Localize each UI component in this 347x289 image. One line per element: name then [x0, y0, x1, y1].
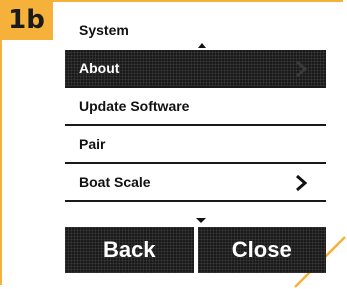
menu-item-about[interactable]: About: [65, 50, 326, 88]
device-screen: System About Update Software Pair Boat S…: [65, 17, 326, 273]
scroll-down-icon: [196, 218, 206, 223]
menu-item-pair[interactable]: Pair: [65, 126, 326, 164]
menu-item-label: About: [79, 60, 120, 76]
step-badge: 1b: [0, 0, 53, 40]
scroll-up-icon: [198, 43, 206, 48]
chevron-right-icon: [296, 174, 308, 192]
menu-item-boat-scale[interactable]: Boat Scale: [65, 164, 326, 202]
screen-title: System: [79, 22, 129, 38]
system-menu: About Update Software Pair Boat Scale: [65, 50, 326, 202]
instruction-panel: 1b System About Update Software Pair Boa…: [0, 0, 347, 289]
softkey-bar: Back Close: [65, 227, 326, 273]
menu-item-label: Pair: [79, 136, 106, 152]
chevron-right-icon: [296, 60, 308, 78]
menu-item-label: Boat Scale: [79, 174, 151, 190]
menu-item-label: Update Software: [79, 98, 190, 114]
menu-item-update-software[interactable]: Update Software: [65, 88, 326, 126]
back-button[interactable]: Back: [65, 227, 194, 273]
close-button[interactable]: Close: [197, 227, 326, 273]
